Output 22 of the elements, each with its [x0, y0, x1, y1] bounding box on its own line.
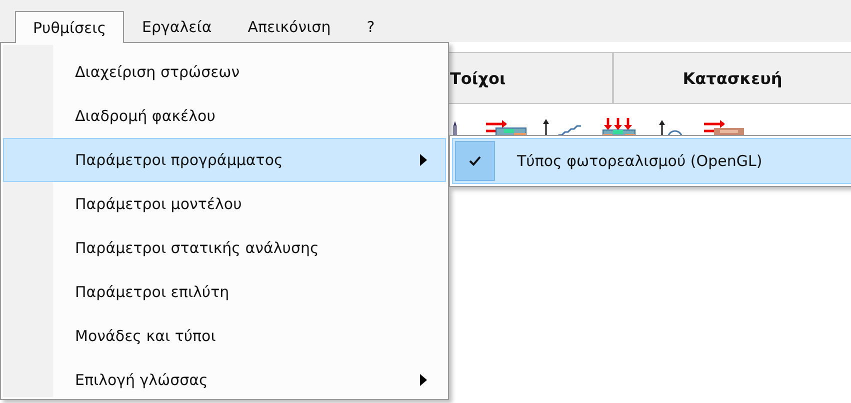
menu-item-label: Παράμετροι προγράμματος	[75, 151, 284, 169]
menu-item-label: Παράμετροι μοντέλου	[75, 195, 243, 213]
menu-item-label: Επιλογή γλώσσας	[75, 371, 209, 389]
menu-item[interactable]: Επιλογή γλώσσας	[3, 358, 446, 402]
menu-item[interactable]: Μονάδες και τύποι	[3, 314, 446, 358]
menu-item[interactable]: Παράμετροι στατικής ανάλυσης	[3, 226, 446, 270]
menu-item-label: Διαδρομή φακέλου	[75, 107, 216, 125]
load-bar-icon[interactable]	[702, 118, 746, 138]
menu-item[interactable]: ?	[348, 11, 393, 42]
menu-item[interactable]: Παράμετροι προγράμματος	[3, 138, 446, 182]
menu-item[interactable]: Ρυθμίσεις	[15, 11, 124, 43]
menu-item-label: Παράμετροι στατικής ανάλυσης	[75, 239, 320, 257]
menu-item[interactable]: Τύπος φωτορεαλισμού (OpenGL)	[452, 138, 851, 184]
menu-item[interactable]: Απεικόνιση	[230, 11, 349, 42]
menu-item[interactable]: Εργαλεία	[124, 11, 230, 42]
menu-item[interactable]: Παράμετροι μοντέλου	[3, 182, 446, 226]
menu-item[interactable]: Παράμετροι επιλύτη	[3, 270, 446, 314]
menu-item-label: Παράμετροι επιλύτη	[75, 283, 230, 301]
menu-item-label: Διαχείριση στρώσεων	[75, 63, 241, 81]
menu-item-label: Τύπος φωτορεαλισμού (OpenGL)	[517, 152, 762, 170]
menu-item-label: Μονάδες και τύποι	[75, 327, 217, 345]
tab[interactable]: Κατασκευή	[612, 53, 851, 103]
